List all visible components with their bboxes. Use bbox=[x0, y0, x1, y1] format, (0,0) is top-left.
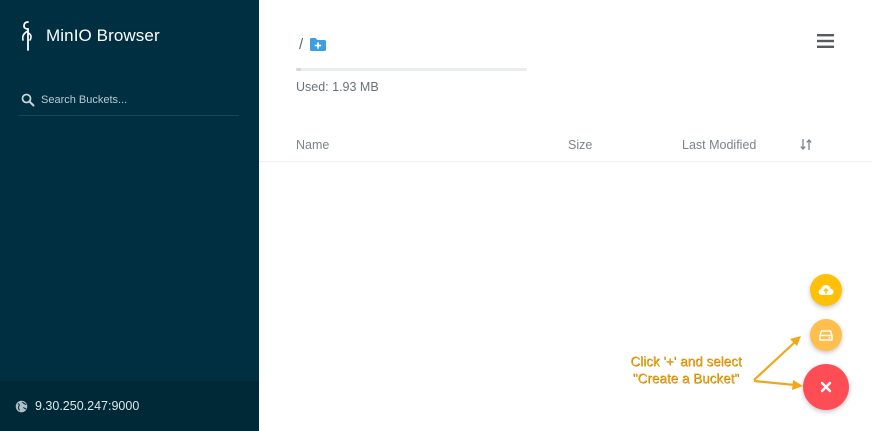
search-icon bbox=[21, 93, 35, 106]
upload-file-button[interactable] bbox=[810, 274, 842, 306]
close-icon bbox=[820, 381, 832, 393]
sort-icon[interactable] bbox=[800, 138, 812, 151]
storage-usage-bar bbox=[296, 68, 527, 71]
create-bucket-button[interactable] bbox=[810, 319, 842, 351]
bucket-icon bbox=[819, 329, 833, 341]
sidebar: MinIO Browser 9.30.250.247:9000 bbox=[0, 0, 259, 431]
breadcrumb: / bbox=[299, 36, 327, 53]
storage-usage-fill bbox=[296, 68, 301, 71]
column-header-name[interactable]: Name bbox=[296, 138, 329, 152]
globe-icon bbox=[15, 400, 28, 412]
search-input[interactable] bbox=[41, 93, 231, 106]
app-title: MinIO Browser bbox=[46, 26, 160, 45]
bucket-search bbox=[19, 84, 239, 116]
close-menu-button[interactable] bbox=[803, 364, 849, 410]
brand: MinIO Browser bbox=[20, 20, 160, 52]
folder-add-icon[interactable] bbox=[309, 37, 327, 52]
storage-used-label: Used: 1.93 MB bbox=[296, 80, 379, 94]
breadcrumb-root[interactable]: / bbox=[299, 36, 303, 53]
cloud-upload-icon bbox=[818, 285, 834, 295]
column-header-last-modified[interactable]: Last Modified bbox=[682, 138, 756, 152]
table-header: Name Size Last Modified bbox=[259, 133, 872, 162]
column-header-size[interactable]: Size bbox=[568, 138, 592, 152]
hamburger-menu-icon[interactable] bbox=[817, 33, 834, 49]
minio-logo-icon bbox=[21, 21, 32, 51]
sidebar-footer: 9.30.250.247:9000 bbox=[0, 381, 259, 431]
main-content: / Used: 1.93 MB Name Size Last Modified bbox=[259, 0, 872, 431]
server-host: 9.30.250.247:9000 bbox=[35, 399, 140, 413]
tutorial-annotation: Click '+' and select "Create a Bucket" bbox=[630, 354, 742, 386]
